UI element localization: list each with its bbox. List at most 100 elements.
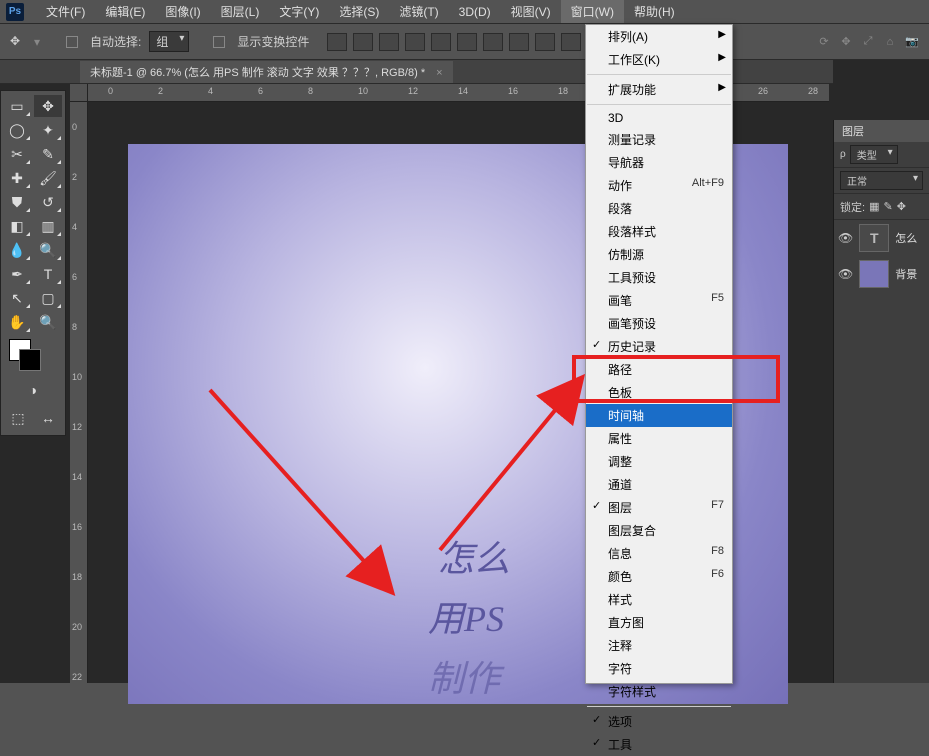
- align-icon[interactable]: [327, 33, 347, 51]
- close-tab-icon[interactable]: ×: [436, 67, 442, 79]
- autoselect-dropdown[interactable]: 组: [149, 31, 189, 52]
- menu-image[interactable]: 图像(I): [155, 0, 210, 23]
- menu-workspace[interactable]: 工作区(K)▶: [586, 48, 732, 71]
- lock-icon[interactable]: ✎: [883, 200, 892, 213]
- 3d-icon[interactable]: ⟳: [815, 35, 833, 49]
- menu-adjustments[interactable]: 调整: [586, 450, 732, 473]
- 3d-icon[interactable]: ⤢: [859, 35, 877, 49]
- menu-history[interactable]: ✓历史记录: [586, 335, 732, 358]
- menu-actions[interactable]: 动作Alt+F9: [586, 174, 732, 197]
- ruler-vertical[interactable]: 0 2 4 6 8 10 12 14 16 18 20 22: [70, 102, 88, 683]
- menu-3d[interactable]: 3D(D): [449, 2, 501, 22]
- lock-label: 锁定:: [840, 199, 865, 215]
- eraser-tool[interactable]: ◧: [3, 215, 31, 237]
- wand-tool[interactable]: ✦: [34, 119, 62, 141]
- zoom-tool[interactable]: 🔍: [34, 311, 62, 333]
- move-tool[interactable]: ✥: [34, 95, 62, 117]
- lock-icon[interactable]: ✥: [897, 200, 906, 213]
- bg-swatch[interactable]: [19, 349, 41, 371]
- color-swatches[interactable]: [3, 335, 63, 375]
- menu-color[interactable]: 颜色F6: [586, 565, 732, 588]
- menu-measure[interactable]: 测量记录: [586, 128, 732, 151]
- align-icon[interactable]: [483, 33, 503, 51]
- quickmask-icon[interactable]: ◑: [19, 379, 47, 401]
- lock-icon[interactable]: ▦: [869, 200, 879, 213]
- menu-paragraph-styles[interactable]: 段落样式: [586, 220, 732, 243]
- hand-tool[interactable]: ✋: [3, 311, 31, 333]
- align-icon[interactable]: [431, 33, 451, 51]
- menu-brush[interactable]: 画笔F5: [586, 289, 732, 312]
- 3d-icon[interactable]: 📷: [903, 35, 921, 49]
- align-icon[interactable]: [379, 33, 399, 51]
- menu-clonesource[interactable]: 仿制源: [586, 243, 732, 266]
- menu-charstyles[interactable]: 字符样式: [586, 680, 732, 703]
- 3d-icon[interactable]: ⌂: [881, 35, 899, 49]
- brush-tool[interactable]: 🖌: [34, 167, 62, 189]
- align-icon[interactable]: [561, 33, 581, 51]
- menu-layercomps[interactable]: 图层复合: [586, 519, 732, 542]
- screenmode2-icon[interactable]: ↔: [34, 407, 62, 429]
- menu-arrange[interactable]: 排列(A)▶: [586, 25, 732, 48]
- menu-edit[interactable]: 编辑(E): [95, 0, 155, 23]
- menu-navigator[interactable]: 导航器: [586, 151, 732, 174]
- layer-filter-dropdown[interactable]: 类型: [850, 145, 898, 164]
- path-tool[interactable]: ↖: [3, 287, 31, 309]
- history-brush-tool[interactable]: ↺: [34, 191, 62, 213]
- menu-styles[interactable]: 样式: [586, 588, 732, 611]
- menu-extensions[interactable]: 扩展功能▶: [586, 78, 732, 101]
- heal-tool[interactable]: ✚: [3, 167, 31, 189]
- type-tool[interactable]: T: [34, 263, 62, 285]
- blend-mode-dropdown[interactable]: 正常: [840, 171, 923, 190]
- menu-window[interactable]: 窗口(W): [561, 0, 624, 23]
- menu-brushpresets[interactable]: 画笔预设: [586, 312, 732, 335]
- menu-layers[interactable]: ✓图层F7: [586, 496, 732, 519]
- eyedrop-tool[interactable]: ✎: [34, 143, 62, 165]
- menu-channels[interactable]: 通道: [586, 473, 732, 496]
- menu-notes[interactable]: 注释: [586, 634, 732, 657]
- blur-tool[interactable]: 💧: [3, 239, 31, 261]
- menu-swatches[interactable]: 色板: [586, 381, 732, 404]
- menu-toolpresets[interactable]: 工具预设: [586, 266, 732, 289]
- screenmode-icon[interactable]: ⬚: [4, 407, 32, 429]
- menu-select[interactable]: 选择(S): [329, 0, 389, 23]
- visibility-icon[interactable]: 👁: [838, 267, 853, 281]
- menu-help[interactable]: 帮助(H): [624, 0, 685, 23]
- pen-tool[interactable]: ✒: [3, 263, 31, 285]
- menu-histogram[interactable]: 直方图: [586, 611, 732, 634]
- menu-paths[interactable]: 路径: [586, 358, 732, 381]
- 3d-icon[interactable]: ✥: [837, 35, 855, 49]
- align-icon[interactable]: [535, 33, 555, 51]
- align-icon[interactable]: [353, 33, 373, 51]
- autoselect-checkbox[interactable]: [66, 36, 78, 48]
- showtransform-checkbox[interactable]: [213, 36, 225, 48]
- layer-row[interactable]: 👁 T 怎么: [834, 220, 929, 256]
- layers-tab[interactable]: 图层: [834, 120, 929, 142]
- canvas-text-1: 怎么: [438, 534, 510, 584]
- visibility-icon[interactable]: 👁: [838, 231, 853, 245]
- menu-file[interactable]: 文件(F): [36, 0, 95, 23]
- crop-tool[interactable]: ✂: [3, 143, 31, 165]
- shape-tool[interactable]: ▢: [34, 287, 62, 309]
- marquee-tool[interactable]: ▭: [3, 95, 31, 117]
- menu-layer[interactable]: 图层(L): [211, 0, 270, 23]
- menu-options[interactable]: ✓选项: [586, 710, 732, 733]
- menu-properties[interactable]: 属性: [586, 427, 732, 450]
- menu-3d-panel[interactable]: 3D: [586, 108, 732, 128]
- lasso-tool[interactable]: ◯: [3, 119, 31, 141]
- document-tab[interactable]: 未标题-1 @ 66.7% (怎么 用PS 制作 滚动 文字 效果 ？？？, R…: [80, 61, 453, 83]
- menu-timeline[interactable]: 时间轴: [586, 404, 732, 427]
- menu-view[interactable]: 视图(V): [501, 0, 561, 23]
- menu-character[interactable]: 字符: [586, 657, 732, 680]
- menu-info[interactable]: 信息F8: [586, 542, 732, 565]
- stamp-tool[interactable]: ⛊: [3, 191, 31, 213]
- align-icon[interactable]: [509, 33, 529, 51]
- dodge-tool[interactable]: 🔍: [34, 239, 62, 261]
- menu-filter[interactable]: 滤镜(T): [389, 0, 448, 23]
- gradient-tool[interactable]: ▥: [34, 215, 62, 237]
- menu-type[interactable]: 文字(Y): [269, 0, 329, 23]
- menu-tools[interactable]: ✓工具: [586, 733, 732, 756]
- menu-paragraph[interactable]: 段落: [586, 197, 732, 220]
- layer-row[interactable]: 👁 背景: [834, 256, 929, 292]
- align-icon[interactable]: [405, 33, 425, 51]
- align-icon[interactable]: [457, 33, 477, 51]
